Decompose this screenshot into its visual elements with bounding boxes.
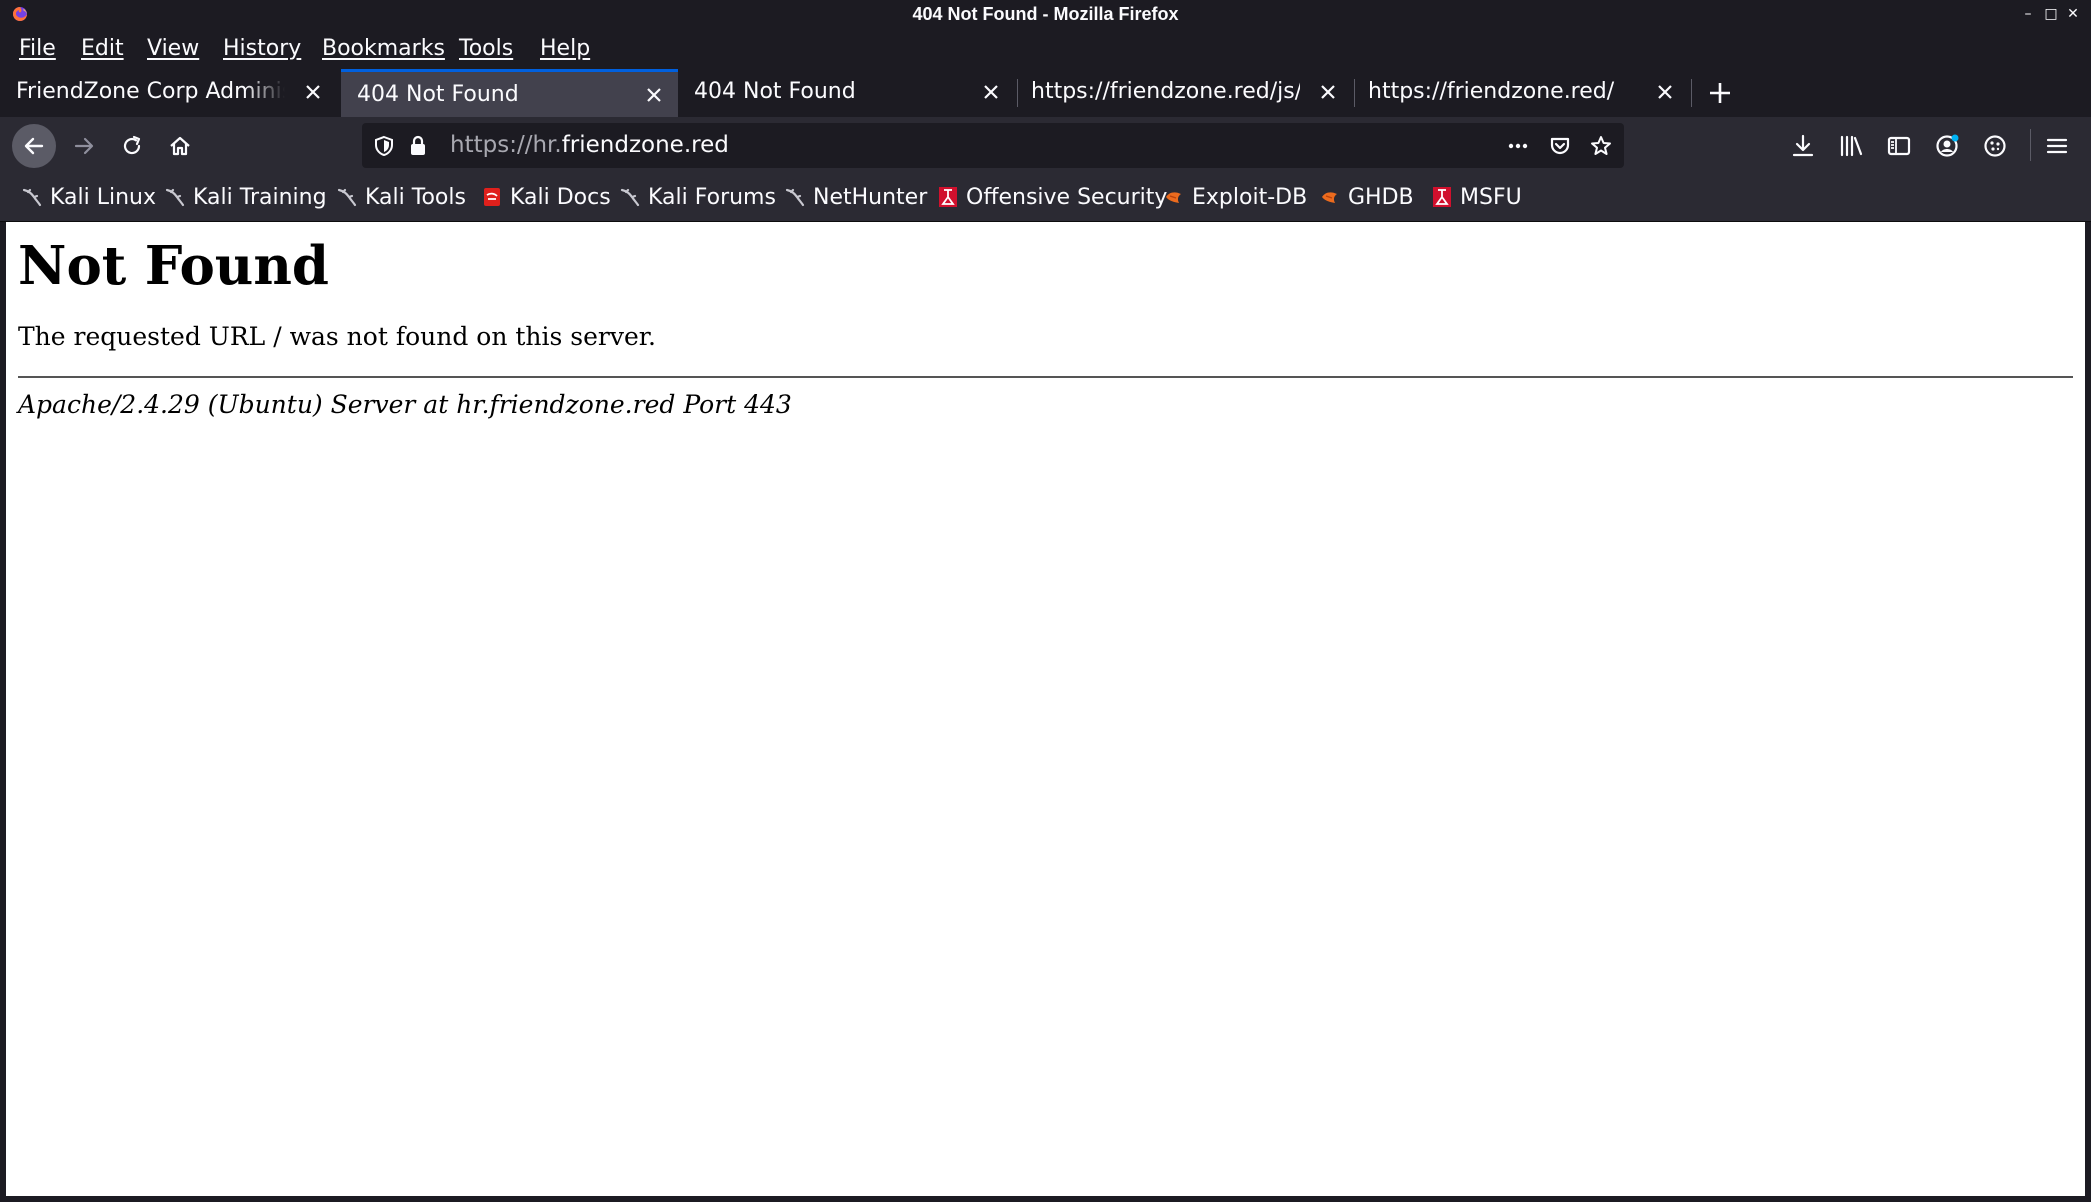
tab-friendzone-js[interactable]: https://friendzone.red/js/js/ <box>1015 69 1352 117</box>
window-titlebar: 404 Not Found - Mozilla Firefox – □ ✕ <box>0 0 2091 29</box>
menu-bar: File Edit View History Bookmarks Tools H… <box>0 29 2091 69</box>
horizontal-rule <box>18 376 2073 378</box>
bookmark-label: Exploit-DB <box>1192 185 1308 210</box>
navigation-toolbar: https://hr.friendzone.red <box>0 117 2091 174</box>
close-tab-icon[interactable] <box>1318 82 1338 102</box>
close-tab-icon[interactable] <box>981 82 1001 102</box>
tab-404-not-found-selected[interactable]: 404 Not Found <box>341 69 678 117</box>
bookmark-label: Kali Training <box>193 185 327 210</box>
bookmark-kali-linux[interactable]: Kali Linux <box>22 174 156 221</box>
url-prefix: https://hr. <box>450 132 562 158</box>
library-icon[interactable] <box>1838 133 1864 159</box>
kali-dragon-icon <box>22 188 42 207</box>
offsec-icon <box>939 187 957 207</box>
back-button[interactable] <box>12 124 56 168</box>
bookmark-kali-tools[interactable]: Kali Tools <box>337 174 466 221</box>
bookmark-ghdb[interactable]: GHDB <box>1320 174 1414 221</box>
bookmark-label: Kali Forums <box>648 185 776 210</box>
menu-bookmarks[interactable]: Bookmarks <box>322 29 445 69</box>
exploitdb-icon <box>1166 192 1181 203</box>
menu-edit[interactable]: Edit <box>81 29 124 69</box>
menu-tools[interactable]: Tools <box>459 29 513 69</box>
extensions-cookie-icon[interactable] <box>1982 133 2008 159</box>
sidebar-icon[interactable] <box>1886 133 1912 159</box>
maximize-button[interactable]: □ <box>2042 3 2060 25</box>
bookmark-exploit-db[interactable]: Exploit-DB <box>1164 174 1307 221</box>
page-heading: Not Found <box>18 235 329 297</box>
bookmark-label: Kali Linux <box>50 185 157 210</box>
bookmark-kali-training[interactable]: Kali Training <box>165 174 327 221</box>
bookmark-nethunter[interactable]: NetHunter <box>785 174 927 221</box>
menu-help[interactable]: Help <box>540 29 590 69</box>
minimize-button[interactable]: – <box>2019 3 2037 25</box>
close-tab-icon[interactable] <box>1655 82 1675 102</box>
hamburger-menu-icon[interactable] <box>2044 133 2070 159</box>
tab-label: 404 Not Found <box>357 82 519 107</box>
url-bar[interactable]: https://hr.friendzone.red <box>362 123 1624 168</box>
reload-button[interactable] <box>110 124 154 168</box>
bookmark-kali-docs[interactable]: Kali Docs <box>482 174 611 221</box>
bookmark-msfu[interactable]: MSFU <box>1432 174 1522 221</box>
downloads-icon[interactable] <box>1790 133 1816 159</box>
tab-404-not-found[interactable]: 404 Not Found <box>678 69 1015 117</box>
page-content: Not Found The requested URL / was not fo… <box>6 222 2085 1196</box>
bookmark-star-icon[interactable] <box>1589 134 1613 158</box>
tab-separator <box>1691 79 1692 107</box>
error-message: The requested URL / was not found on thi… <box>18 322 656 351</box>
new-tab-plus-icon[interactable] <box>1702 75 1738 111</box>
window-title: 404 Not Found - Mozilla Firefox <box>912 4 1179 24</box>
toolbar-separator <box>2030 129 2031 161</box>
kali-dragon-icon <box>165 188 185 207</box>
offsec-icon <box>1433 187 1451 207</box>
bookmark-label: Offensive Security <box>966 185 1168 210</box>
tab-friendzone-root[interactable]: https://friendzone.red/ <box>1352 69 1689 117</box>
kali-dragon-icon <box>337 188 357 207</box>
kali-dragon-icon <box>785 188 805 207</box>
home-button[interactable] <box>158 124 202 168</box>
bookmark-kali-forums[interactable]: Kali Forums <box>620 174 776 221</box>
menu-view[interactable]: View <box>147 29 199 69</box>
bookmark-label: GHDB <box>1348 185 1414 210</box>
tab-label: https://friendzone.red/js/js/ <box>1031 79 1300 104</box>
home-icon <box>170 136 190 156</box>
forward-arrow-icon <box>74 137 94 155</box>
kali-docs-icon <box>484 188 500 206</box>
close-tab-icon[interactable] <box>644 85 664 105</box>
url-domain: friendzone.red <box>561 132 729 158</box>
tab-label: 404 Not Found <box>694 79 856 104</box>
back-arrow-icon <box>24 137 44 155</box>
pocket-icon[interactable] <box>1548 134 1572 158</box>
kali-dragon-icon <box>620 188 640 207</box>
bookmark-label: Kali Docs <box>510 185 611 210</box>
url-text[interactable]: https://hr.friendzone.red <box>450 123 729 168</box>
tab-label: FriendZone Corp Administrator Page <box>16 79 285 104</box>
tab-strip: FriendZone Corp Administrator Page 404 N… <box>0 69 2091 117</box>
close-tab-icon[interactable] <box>303 82 323 102</box>
forward-button[interactable] <box>62 124 106 168</box>
account-icon[interactable] <box>1934 133 1960 159</box>
exploitdb-icon <box>1322 192 1337 203</box>
reload-icon <box>123 135 141 155</box>
bookmark-label: NetHunter <box>813 185 928 210</box>
bookmark-offensive-security[interactable]: Offensive Security <box>938 174 1167 221</box>
menu-history[interactable]: History <box>223 29 301 69</box>
tracking-protection-shield-icon[interactable] <box>372 134 396 158</box>
menu-file[interactable]: File <box>19 29 56 69</box>
tab-label: https://friendzone.red/ <box>1368 79 1615 104</box>
tab-friendzone-admin[interactable]: FriendZone Corp Administrator Page <box>0 69 337 117</box>
bookmark-label: MSFU <box>1460 185 1522 210</box>
close-window-button[interactable]: ✕ <box>2064 3 2082 25</box>
server-signature: Apache/2.4.29 (Ubuntu) Server at hr.frie… <box>18 390 792 419</box>
page-actions-more-icon[interactable] <box>1506 134 1530 158</box>
lock-icon[interactable] <box>406 134 430 158</box>
bookmarks-toolbar: Kali Linux Kali Training Kali Tools Kali… <box>0 174 2091 222</box>
bookmark-label: Kali Tools <box>365 185 466 210</box>
